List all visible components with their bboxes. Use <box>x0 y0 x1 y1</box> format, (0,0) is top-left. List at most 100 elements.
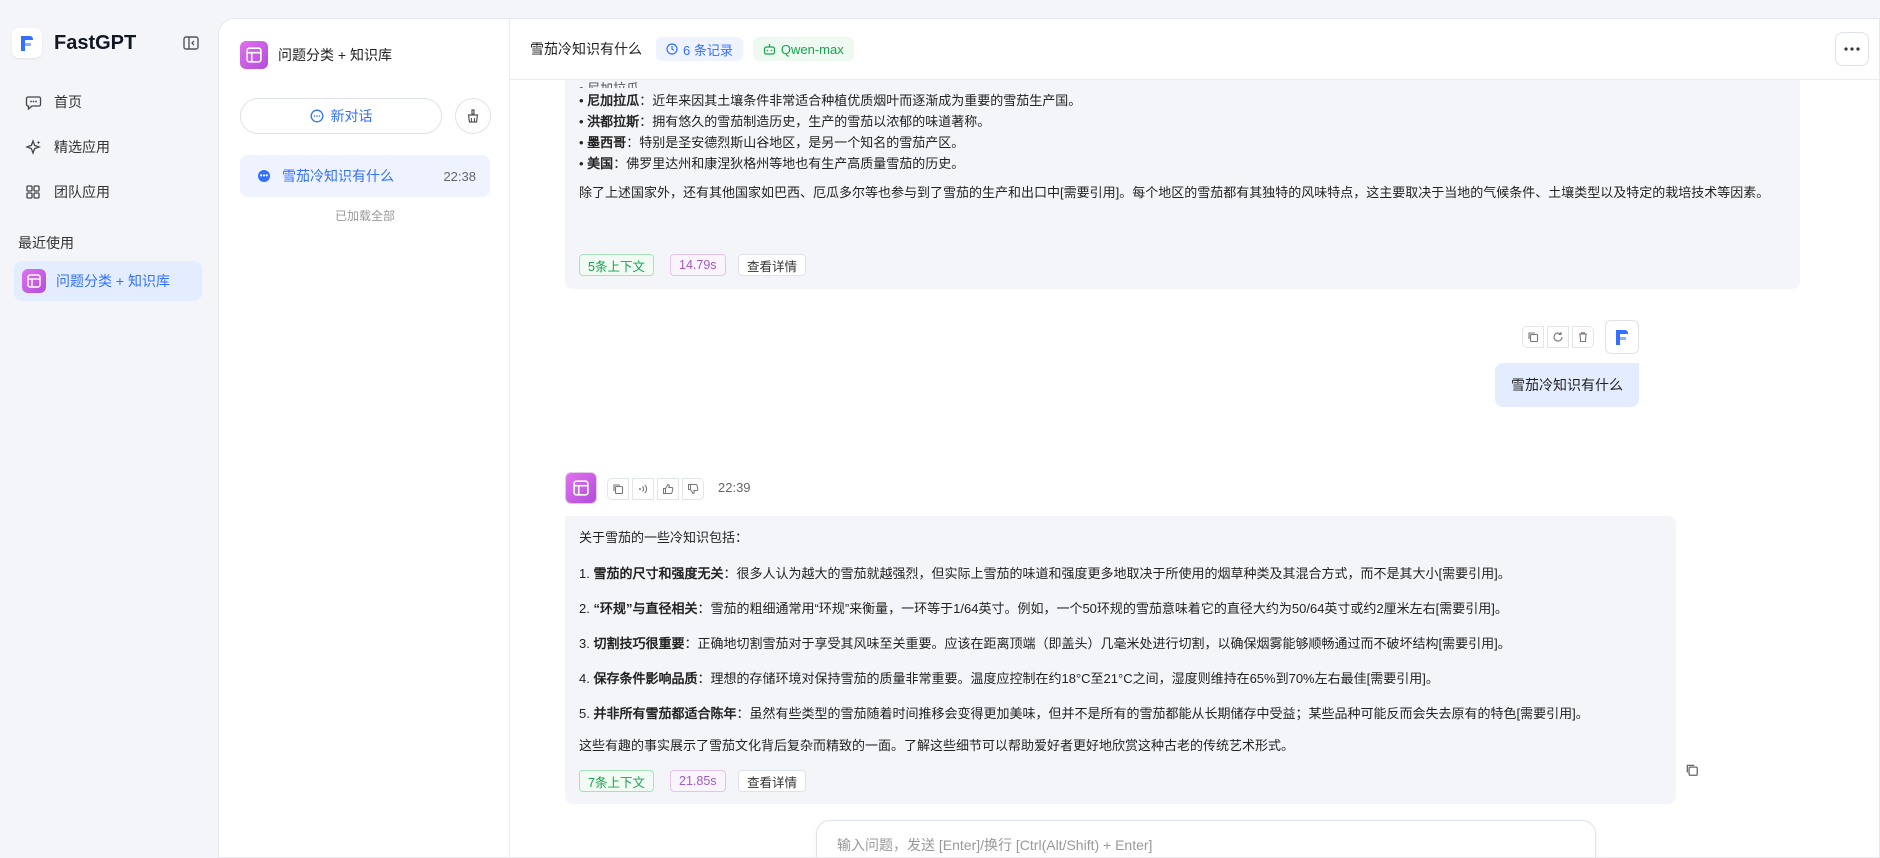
chat-area: 雪茄冷知识有什么 6 条记录 Qwen-max • 尼加拉瓜…… • 尼加拉瓜：… <box>510 19 1879 857</box>
trash-icon <box>1577 331 1589 343</box>
view-details-button[interactable]: 查看详情 <box>738 254 807 276</box>
clock-icon <box>666 43 678 55</box>
ai-message-time: 22:39 <box>718 480 751 495</box>
nav-item-home[interactable]: 首页 <box>14 83 202 121</box>
nav-item-featured-apps[interactable]: 精选应用 <box>14 128 202 166</box>
list-item-bold: 墨西哥 <box>587 135 627 150</box>
records-tag-label: 6 条记录 <box>683 42 733 58</box>
list-item-num: 5. <box>579 706 590 721</box>
response-time-chip: 21.85s <box>670 770 726 792</box>
brand-name: FastGPT <box>54 31 137 54</box>
nav-item-label: 精选应用 <box>54 139 110 155</box>
recent-item-label: 问题分类 + 知识库 <box>56 273 170 289</box>
fastgpt-logo-icon <box>12 28 42 58</box>
nav-item-team-apps[interactable]: 团队应用 <box>14 173 202 211</box>
list-item-num: 4. <box>579 671 590 686</box>
history-item-title: 雪茄冷知识有什么 <box>282 168 394 184</box>
thumbs-up-button[interactable] <box>657 478 679 500</box>
sparkle-icon <box>24 138 42 156</box>
list-item-bold: 并非所有雪茄都适合陈年 <box>593 706 737 721</box>
list-item-text: ：近年来因其土壤条件非常适合种植优质烟叶而逐渐成为重要的雪茄生产国。 <box>639 93 1082 108</box>
list-item-text: ：很多人认为越大的雪茄就越强烈，但实际上雪茄的味道和强度更多地取决于所使用的烟草… <box>723 566 1511 581</box>
copy-answer-icon[interactable] <box>1685 763 1699 777</box>
recent-item-app[interactable]: 问题分类 + 知识库 <box>14 261 202 301</box>
thumbs-down-icon <box>687 483 699 495</box>
list-item-text: ：虽然有些类型的雪茄随着时间推移会变得更加美味，但并不是所有的雪茄都能从长期储存… <box>736 706 1589 721</box>
list-item-text: ：拥有悠久的雪茄制造历史，生产的雪茄以浓郁的味道著称。 <box>639 114 991 129</box>
copy-button[interactable] <box>1522 326 1544 348</box>
list-item: • 美国：佛罗里达州和康涅狄格州等地也有生产高质量雪茄的历史。 <box>579 156 965 171</box>
model-tag: Qwen-max <box>752 37 854 61</box>
thumbs-up-icon <box>662 483 674 495</box>
list-item: 4. 保存条件影响品质：理想的存储环境对保持雪茄的质量非常重要。温度应控制在约1… <box>579 668 1439 687</box>
view-details-button[interactable]: 查看详情 <box>738 770 807 792</box>
sidebar-collapse-icon[interactable] <box>180 32 202 54</box>
context-chip[interactable]: 5条上下文 <box>579 254 654 276</box>
list-item: • 尼加拉瓜：近年来因其土壤条件非常适合种植优质烟叶而逐渐成为重要的雪茄生产国。 <box>579 93 1082 108</box>
list-item: 3. 切割技巧很重要：正确地切割雪茄对于享受其风味至关重要。应该在距离顶端（即盖… <box>579 633 1511 652</box>
list-item-bold: 尼加拉瓜 <box>587 93 640 108</box>
delete-button[interactable] <box>1572 326 1594 348</box>
list-item-bold: 切割技巧很重要 <box>593 636 685 651</box>
user-avatar <box>1605 320 1639 354</box>
list-item-text: ：雪茄的粗细通常用“环规”来衡量，一环等于1/64英寸。例如，一个50环规的雪茄… <box>697 601 1508 616</box>
list-item-text: ：正确地切割雪茄对于享受其风味至关重要。应该在距离顶端（即盖头）几毫米处进行切割… <box>684 636 1511 651</box>
chat-dot-icon: ••• <box>258 170 270 182</box>
grid-icon <box>24 183 42 201</box>
history-item[interactable]: ••• 雪茄冷知识有什么 22:38 <box>240 155 490 197</box>
brand[interactable]: FastGPT <box>12 26 136 60</box>
nav-item-label: 团队应用 <box>54 184 110 200</box>
sidebar: FastGPT 首页 精选应用 团队应用 最近使用 问题分类 + 知识库 <box>0 0 218 851</box>
read-aloud-button[interactable] <box>632 478 654 500</box>
chat-title: 雪茄冷知识有什么 <box>530 41 642 57</box>
main-panel: 问题分类 + 知识库 新对话 ••• 雪茄冷知识有什么 22:38 已加载全部 … <box>218 18 1880 858</box>
app-icon <box>240 41 268 69</box>
answer-closing: 这些有趣的事实展示了雪茄文化背后复杂而精致的一面。了解这些细节可以帮助爱好者更好… <box>579 738 1295 753</box>
chat-bubble-icon <box>24 93 42 111</box>
broom-icon <box>465 108 481 124</box>
new-chat-label: 新对话 <box>330 108 373 124</box>
chat-header: 雪茄冷知识有什么 6 条记录 Qwen-max <box>510 19 1879 80</box>
list-item-bold: 美国 <box>587 156 614 171</box>
list-item-text: ：特别是圣安德烈斯山谷地区，是另一个知名的雪茄产区。 <box>626 135 965 150</box>
history-app-header: 问题分类 + 知识库 <box>240 41 392 69</box>
list-item-num: 1. <box>579 566 590 581</box>
new-chat-button[interactable]: 新对话 <box>240 98 442 134</box>
history-item-time: 22:38 <box>443 168 476 184</box>
chat-input-box <box>816 820 1596 857</box>
list-item: 1. 雪茄的尺寸和强度无关：很多人认为越大的雪茄就越强烈，但实际上雪茄的味道和强… <box>579 563 1511 582</box>
list-item-num: 3. <box>579 636 590 651</box>
ai-avatar <box>565 472 597 504</box>
list-item: 2. “环规”与直径相关：雪茄的粗细通常用“环规”来衡量，一环等于1/64英寸。… <box>579 598 1508 617</box>
list-item-bold: “环规”与直径相关 <box>593 601 698 616</box>
list-item-bold: 雪茄的尺寸和强度无关 <box>593 566 724 581</box>
list-item-bold: 保存条件影响品质 <box>593 671 698 686</box>
retry-button[interactable] <box>1547 326 1569 348</box>
list-item-bold: 洪都拉斯 <box>587 114 640 129</box>
chat-history-panel: 问题分类 + 知识库 新对话 ••• 雪茄冷知识有什么 22:38 已加载全部 <box>219 19 510 857</box>
model-tag-label: Qwen-max <box>780 41 844 57</box>
ai-message: 关于雪茄的一些冷知识包括： 1. 雪茄的尺寸和强度无关：很多人认为越大的雪茄就越… <box>565 516 1676 804</box>
context-chip[interactable]: 7条上下文 <box>579 770 654 792</box>
copy-button[interactable] <box>607 478 629 500</box>
response-time-chip: 14.79s <box>670 254 726 276</box>
answer-intro: 关于雪茄的一些冷知识包括： <box>579 530 749 545</box>
nav-item-label: 首页 <box>54 94 82 110</box>
app-icon <box>22 269 46 293</box>
copy-icon <box>612 483 624 495</box>
answer-closing: 除了上述国家外，还有其他国家如巴西、厄瓜多尔等也参与到了雪茄的生产和出口中[需要… <box>579 185 1770 200</box>
list-item: • 洪都拉斯：拥有悠久的雪茄制造历史，生产的雪茄以浓郁的味道著称。 <box>579 114 991 129</box>
more-options-button[interactable] <box>1835 32 1869 66</box>
thumbs-down-button[interactable] <box>682 478 704 500</box>
clear-history-button[interactable] <box>455 98 491 134</box>
loaded-all-text: 已加载全部 <box>334 209 395 223</box>
list-item: 5. 并非所有雪茄都适合陈年：虽然有些类型的雪茄随着时间推移会变得更加美味，但并… <box>579 703 1589 722</box>
user-message: 雪茄冷知识有什么 <box>1495 363 1639 407</box>
list-item-text: ：佛罗里达州和康涅狄格州等地也有生产高质量雪茄的历史。 <box>613 156 965 171</box>
list-item: • 墨西哥：特别是圣安德烈斯山谷地区，是另一个知名的雪茄产区。 <box>579 135 965 150</box>
records-tag[interactable]: 6 条记录 <box>656 37 743 61</box>
more-horizontal-icon <box>1844 47 1860 51</box>
copy-icon <box>1527 331 1539 343</box>
refresh-icon <box>1552 331 1564 343</box>
history-app-name: 问题分类 + 知识库 <box>278 47 392 63</box>
